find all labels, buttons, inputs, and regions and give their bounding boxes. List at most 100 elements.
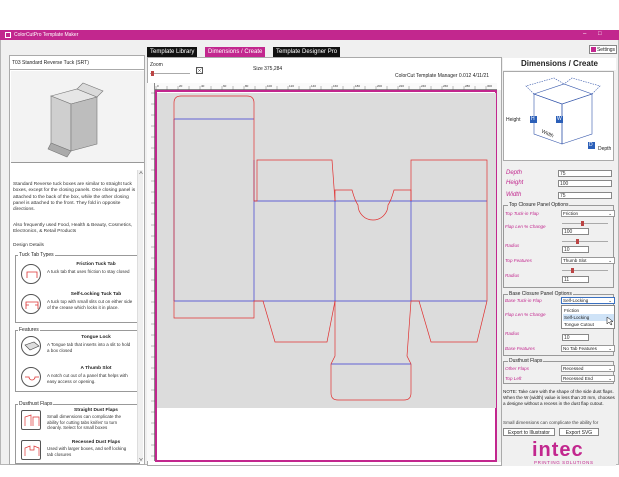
diagram-w-badge: W [557,116,562,122]
size-readout: Size 375,284 [253,66,283,72]
canvas-scrollbar[interactable] [497,90,501,462]
self-locking-tab-title: Self-Locking Tuck Tab [70,292,122,297]
top-tuck-flap-value: Friction [563,211,579,216]
tab-template-designer-pro[interactable]: Template Designer Pro [273,47,341,57]
panel-title: Dimensions / Create [503,58,616,70]
intec-logo-subtitle: PRINTING SOLUTIONS [534,460,594,465]
self-locking-tab-desc: A tuck top with small slits cut on eithe… [47,299,133,310]
ruler-tick-label: 0 [157,84,159,88]
base-features-select[interactable]: No Tab Features ⌄ [561,345,615,352]
top-flap-len-input[interactable]: 100 [562,228,589,235]
top-radius2-input[interactable]: 11 [562,276,589,283]
other-flaps-select[interactable]: Recessed ⌄ [561,365,615,372]
top-tuck-flap-select[interactable]: Friction ⌄ [561,210,615,217]
top-tuck-flap-label: Top Tuck-in Flap [505,211,539,216]
base-radius-label: Radius [505,331,520,336]
template-name: T03 Standard Reverse Tuck (SRT) [12,60,89,66]
straight-dust-flaps-desc: Small dimensions can complicate the abil… [47,414,122,430]
thumb-slot-icon [21,367,41,387]
box-preview-image [11,71,144,163]
cut-line [411,300,488,343]
base-features-label: Base Features [505,346,535,351]
tongue-lock-icon [21,336,41,356]
ruler-tick-label: 20 [179,84,183,88]
cut-line [173,301,255,319]
features-label: Features [18,327,40,333]
app-title: ColorCutPro Template Maker [14,32,79,38]
diagram-depth-label: Depth [598,146,612,152]
fit-view-icon[interactable] [196,67,203,74]
base-tuck-flap-value: Self-Locking [563,298,589,303]
zoom-slider[interactable] [150,73,190,74]
ruler-tick-label: 80 [245,84,249,88]
cut-line [334,189,412,221]
depth-label: Depth [506,170,523,176]
export-illustrator-button[interactable]: Export to Illustrator [503,428,555,436]
top-features-label: Top Features [505,258,532,263]
tongue-lock-title: Tongue Lock [81,335,111,340]
chevron-down-icon: ⌄ [608,258,612,263]
depth-input[interactable]: 75 [558,170,612,177]
height-input[interactable]: 100 [558,180,612,187]
thumb-slot-title: A Thumb Slot [80,366,112,371]
top-left-label: Top Left [505,376,522,381]
friction-tab-desc: A tuck tab that uses friction to stay cl… [47,269,130,274]
width-label: Width [506,192,522,198]
diagram-d-badge: D [589,142,593,148]
dust-flap-note-2: Small dimensions can complicate the abil… [503,420,599,425]
dropdown-option-friction[interactable]: Friction [563,307,614,314]
left-panel-scrollbar[interactable] [137,170,143,462]
minimize-button[interactable]: – [583,31,586,37]
top-left-value: Recessed End [563,376,593,381]
ruler-tick-label: 120 [289,84,294,88]
maximize-button[interactable]: □ [598,31,602,37]
top-flap-len-label: Flap Len % Change [505,224,546,229]
top-radius-input[interactable]: 10 [562,246,589,253]
base-tuck-flap-select[interactable]: Self-Locking ⌄ [561,297,615,304]
zoom-label: Zoom [150,62,163,68]
diagram-height-label: Height [506,117,521,123]
export-svg-button[interactable]: Export SVG [559,428,599,436]
top-features-value: Thumb Slot [563,258,587,263]
other-flaps-value: Recessed [563,366,584,371]
ruler-tick-label: 260 [443,84,448,88]
ruler-left [147,83,155,461]
top-features-select[interactable]: Thumb Slot ⌄ [561,257,615,264]
base-flap-len-label: Flap Len % Change [505,312,546,317]
template-info-panel: T03 Standard Reverse Tuck (SRT) Standard… [9,55,145,465]
flap-len-slider[interactable] [562,223,608,224]
settings-button[interactable]: Settings [589,45,617,54]
tab-dimensions-create[interactable]: Dimensions / Create [205,47,266,57]
ruler-tick-label: 240 [421,84,426,88]
base-radius-input[interactable]: 10 [562,334,589,341]
ruler-tick-label: 200 [377,84,382,88]
top-closure-label: Top Closure Panel Options [508,202,570,208]
settings-icon [590,47,596,53]
top-radius2-slider[interactable] [562,270,608,271]
ruler-tick-label: 100 [267,84,272,88]
flap-len-slider-thumb[interactable] [581,221,584,226]
design-details-heading: Design Details [13,243,44,248]
tuck-tab-types-label: Tuck Tab Types [18,252,55,258]
top-left-select[interactable]: Recessed End ⌄ [561,375,615,382]
ruler-tick-label: 180 [355,84,360,88]
tongue-lock-desc: A Tongue tab that inserts into a slit to… [47,342,131,353]
cut-line [410,159,488,301]
top-radius-slider-thumb[interactable] [576,239,579,244]
base-tuck-flap-label: Base Tuck-in Flap [505,298,542,303]
tab-template-library[interactable]: Template Library [147,47,198,57]
other-flaps-label: Other Flaps [505,366,529,371]
title-bar: ColorCutPro Template Maker – □ [0,30,619,40]
ruler-tick-label: 300 [487,84,492,88]
width-input[interactable]: 75 [558,192,612,199]
top-radius-label: Radius [505,243,520,248]
top-radius-slider[interactable] [562,241,608,242]
cut-line [173,95,255,301]
chevron-down-icon: ⌄ [608,376,612,381]
ruler-tick-label: 140 [311,84,316,88]
top-radius2-slider-thumb[interactable] [571,268,574,273]
settings-label: Settings [596,47,616,53]
chevron-down-icon: ⌄ [608,211,612,216]
zoom-slider-thumb[interactable] [151,71,154,76]
recessed-dust-flaps-icon [21,440,41,460]
